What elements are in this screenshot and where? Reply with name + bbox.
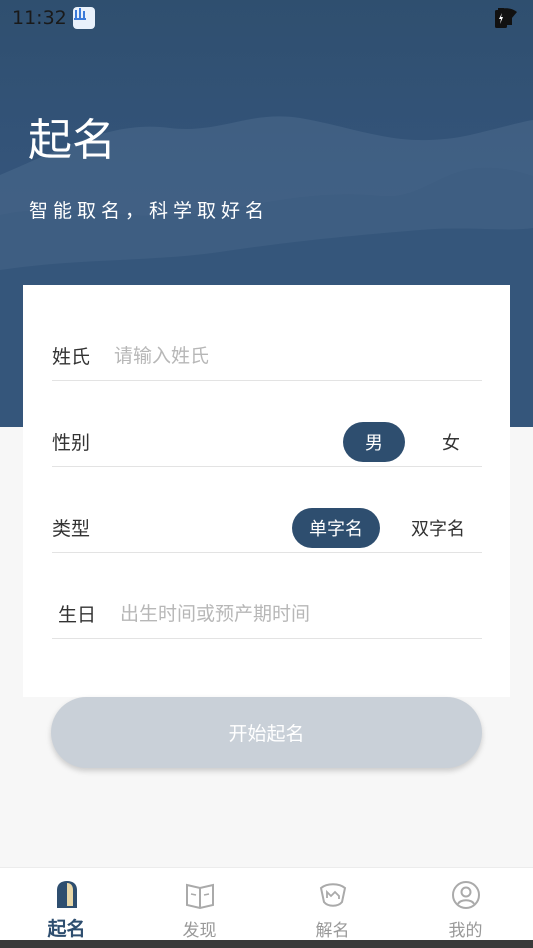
naming-screen: 11:32 起名 智能取名，科学取好名 姓氏 性别 男 女 类型 单字名 [0,0,533,948]
nav-label-name-analysis: 解名 [315,921,350,941]
naming-icon [56,881,77,908]
battery-icon [495,8,507,28]
type-row: 类型 单字名 双字名 [52,466,482,553]
name-analysis-icon [319,883,346,907]
start-naming-button[interactable]: 开始起名 [51,697,482,768]
surname-label: 姓氏 [52,346,91,368]
book-icon [185,883,214,910]
naming-form-card: 姓氏 性别 男 女 类型 单字名 双字名 生日 [23,285,510,697]
gender-label: 性别 [52,432,91,454]
nav-label-naming: 起名 [47,918,86,940]
nav-item-naming[interactable]: 起名 [0,868,133,941]
nav-item-name-analysis[interactable]: 解名 [266,868,399,941]
gender-row: 性别 男 女 [52,380,482,467]
type-label: 类型 [52,518,91,540]
system-gesture-bar [0,940,533,948]
nav-item-profile[interactable]: 我的 [399,868,532,941]
surname-input[interactable] [114,342,434,370]
birth-row: 生日 [52,552,482,639]
profile-icon [451,881,480,909]
surname-row: 姓氏 [52,294,482,381]
birth-input[interactable] [120,600,440,628]
bottom-navigation: 起名 发现 解名 我的 [0,867,533,941]
gender-male-button[interactable]: 男 [343,422,405,462]
page-subtitle: 智能取名，科学取好名 [29,200,270,222]
nav-item-discover[interactable]: 发现 [133,868,266,941]
birth-label: 生日 [58,604,97,626]
status-bar: 11:32 [0,0,533,36]
nav-label-profile: 我的 [448,921,483,941]
nav-label-discover: 发现 [182,921,217,941]
page-title: 起名 [28,115,116,166]
status-time: 11:32 [12,7,67,29]
app-notification-icon [73,7,95,29]
double-char-name-button[interactable]: 双字名 [394,508,482,548]
single-char-name-button[interactable]: 单字名 [292,508,380,548]
gender-female-button[interactable]: 女 [420,422,482,462]
